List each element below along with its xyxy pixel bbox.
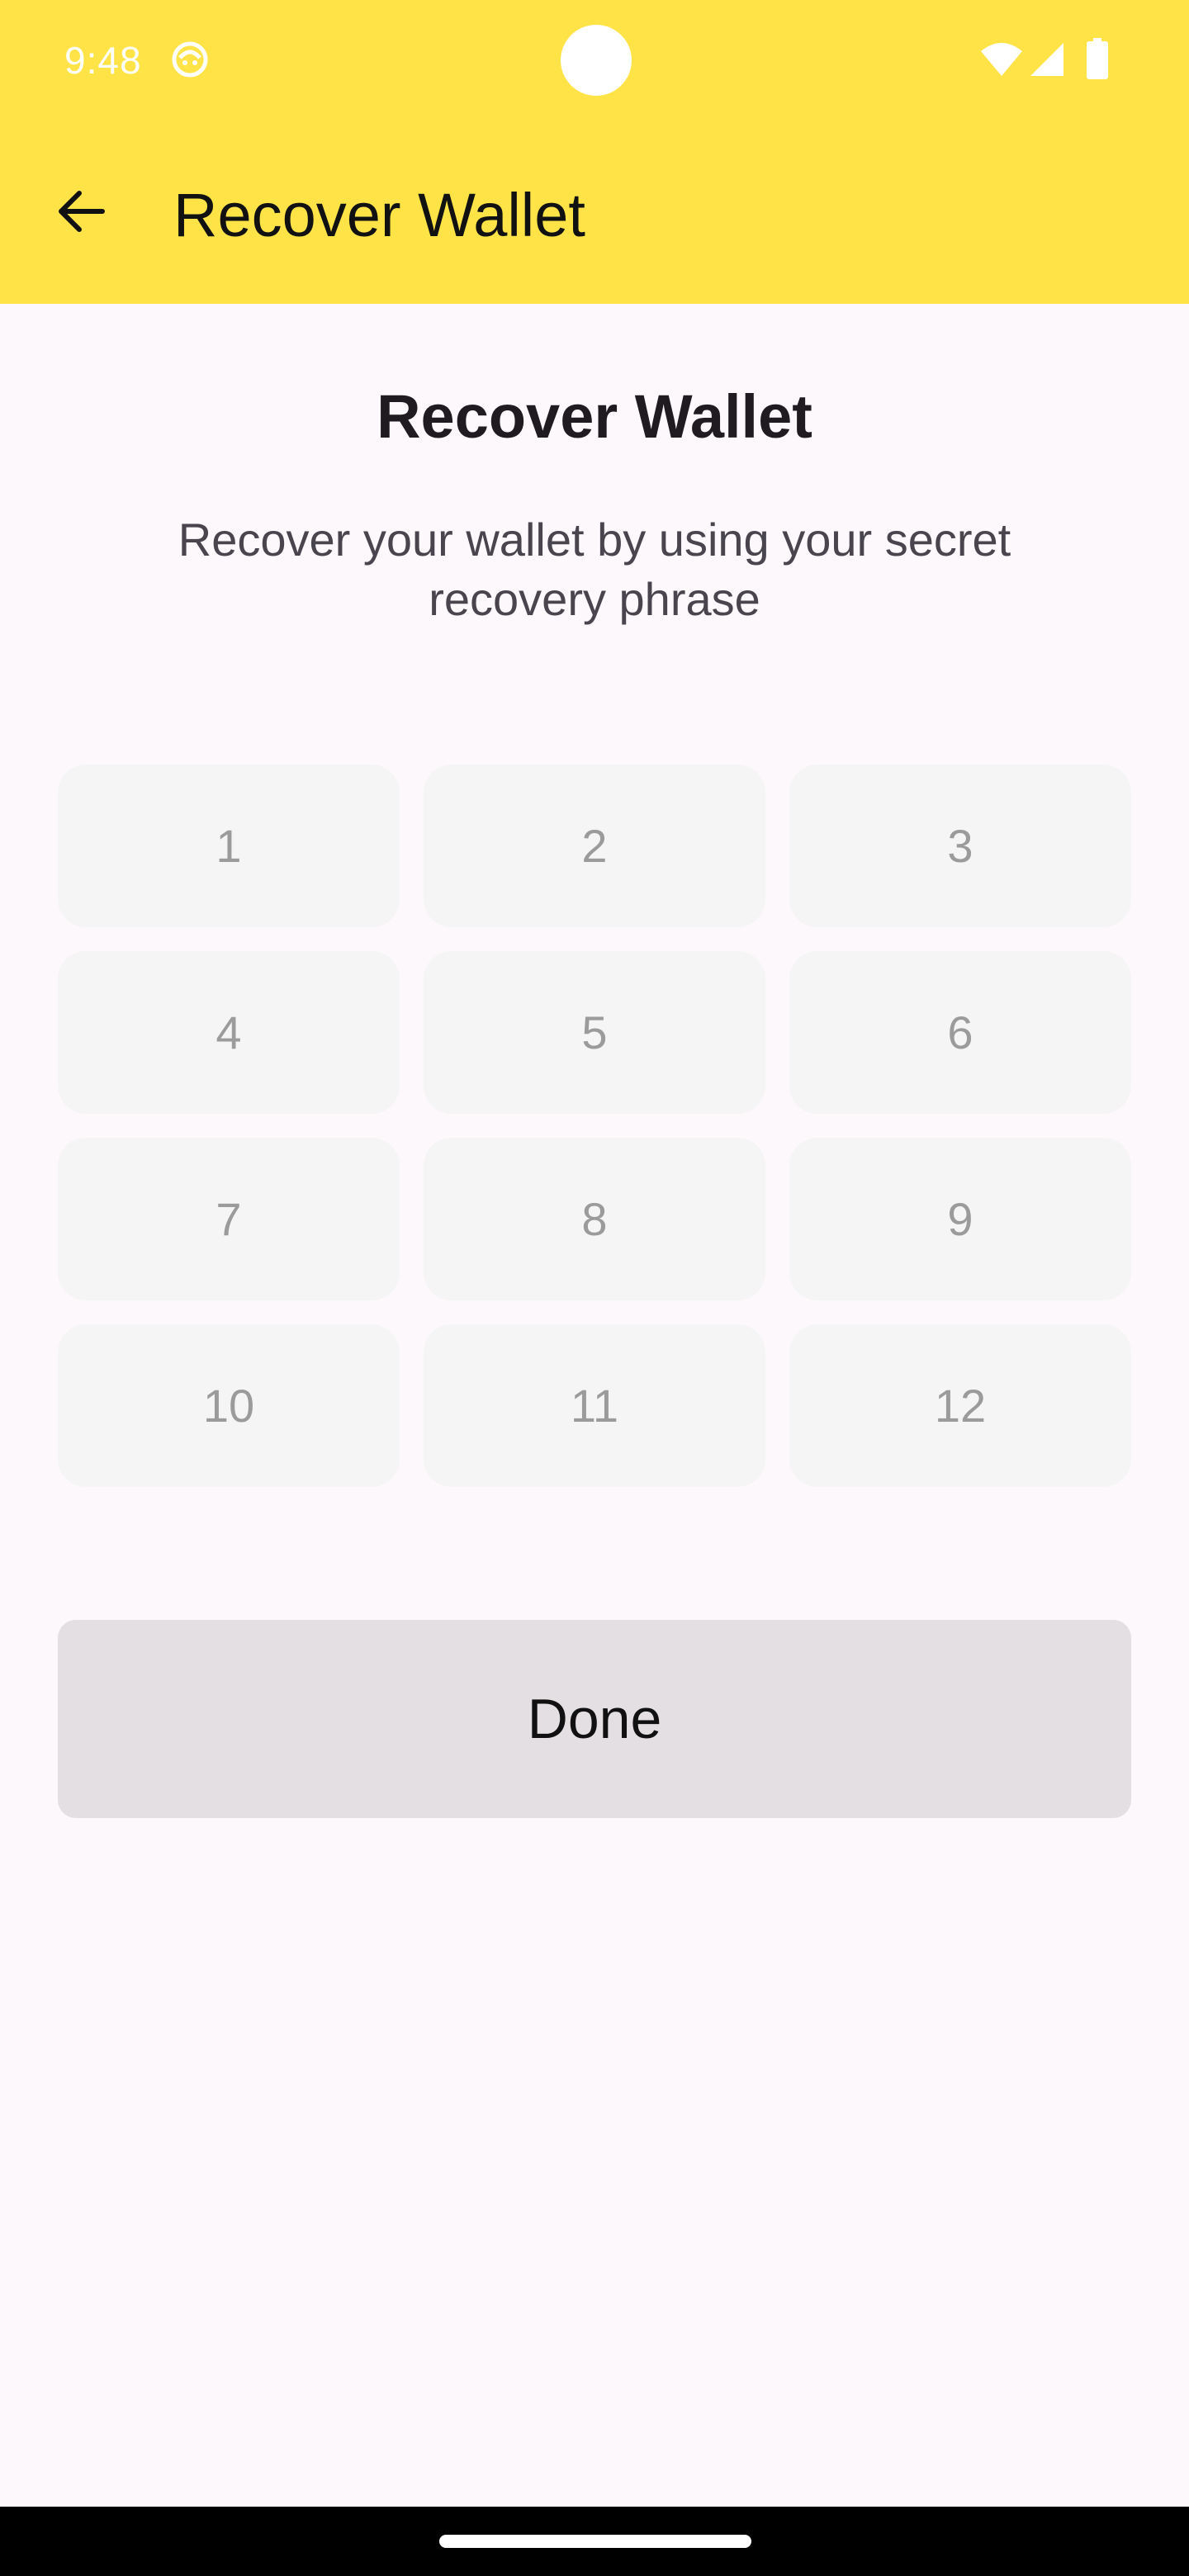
phrase-word-input-6[interactable]: 6 (789, 951, 1131, 1114)
status-bar: 9:48 (0, 0, 1189, 124)
page-title: Recover Wallet (377, 382, 812, 451)
app-bar: 9:48 Recover Wallet (0, 0, 1189, 304)
phrase-word-input-7[interactable]: 7 (58, 1138, 400, 1300)
phrase-word-input-12[interactable]: 12 (789, 1324, 1131, 1487)
phrase-word-input-2[interactable]: 2 (424, 765, 765, 927)
phrase-word-input-4[interactable]: 4 (58, 951, 400, 1114)
phrase-word-input-11[interactable]: 11 (424, 1324, 765, 1487)
phrase-word-input-5[interactable]: 5 (424, 951, 765, 1114)
home-indicator[interactable] (439, 2535, 751, 2548)
page-subtitle: Recover your wallet by using your secret… (178, 514, 1011, 625)
phrase-word-input-1[interactable]: 1 (58, 765, 400, 927)
recovery-phrase-grid: 1 2 3 4 5 6 7 8 9 10 11 12 (58, 765, 1131, 1487)
done-button[interactable]: Done (58, 1620, 1131, 1818)
camera-cutout (561, 25, 632, 96)
phrase-word-input-9[interactable]: 9 (789, 1138, 1131, 1300)
phrase-word-input-10[interactable]: 10 (58, 1324, 400, 1487)
phrase-word-input-8[interactable]: 8 (424, 1138, 765, 1300)
signal-icon (1029, 41, 1065, 78)
arrow-back-icon (54, 185, 107, 242)
status-time: 9:48 (64, 39, 142, 82)
battery-icon (1087, 38, 1108, 79)
wifi-icon (979, 41, 1024, 78)
phrase-word-input-3[interactable]: 3 (789, 765, 1131, 927)
app-notification-icon (170, 40, 210, 79)
toolbar-title: Recover Wallet (173, 181, 585, 249)
back-button[interactable] (43, 175, 119, 251)
